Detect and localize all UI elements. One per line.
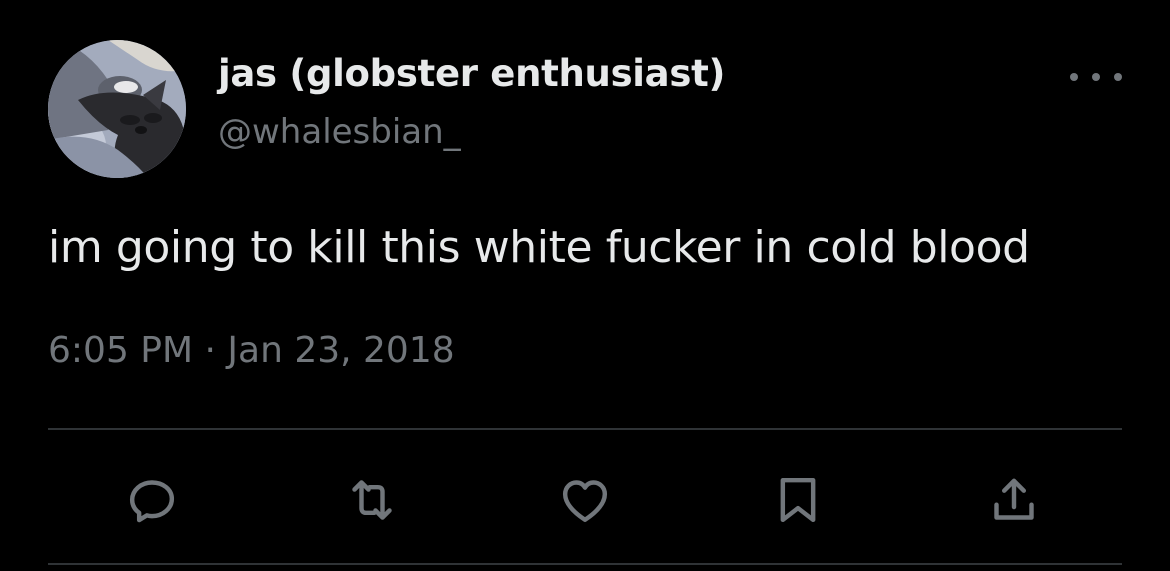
action-bar xyxy=(48,470,1122,530)
retweet-icon xyxy=(352,480,392,520)
display-name[interactable]: jas (globster enthusiast) xyxy=(218,52,725,95)
more-dot-icon xyxy=(1114,73,1122,81)
tweet-text: im going to kill this white fucker in co… xyxy=(48,222,1030,273)
avatar[interactable] xyxy=(48,40,186,178)
tweet: jas (globster enthusiast) @whalesbian_ i… xyxy=(0,0,1170,571)
user-handle[interactable]: @whalesbian_ xyxy=(218,112,461,152)
reply-icon xyxy=(129,480,175,523)
reply-button[interactable] xyxy=(122,470,182,530)
share-button[interactable] xyxy=(984,470,1044,530)
more-options-button[interactable] xyxy=(1070,62,1122,92)
bookmark-button[interactable] xyxy=(768,470,828,530)
more-dot-icon xyxy=(1070,73,1078,81)
retweet-button[interactable] xyxy=(342,470,402,530)
divider xyxy=(48,428,1122,430)
bookmark-icon xyxy=(780,477,816,523)
divider xyxy=(48,563,1122,565)
more-dot-icon xyxy=(1092,73,1100,81)
avatar-image xyxy=(48,40,186,178)
share-icon xyxy=(994,478,1034,520)
heart-icon xyxy=(562,480,608,523)
tweet-timestamp[interactable]: 6:05 PM · Jan 23, 2018 xyxy=(48,330,455,371)
like-button[interactable] xyxy=(555,470,615,530)
